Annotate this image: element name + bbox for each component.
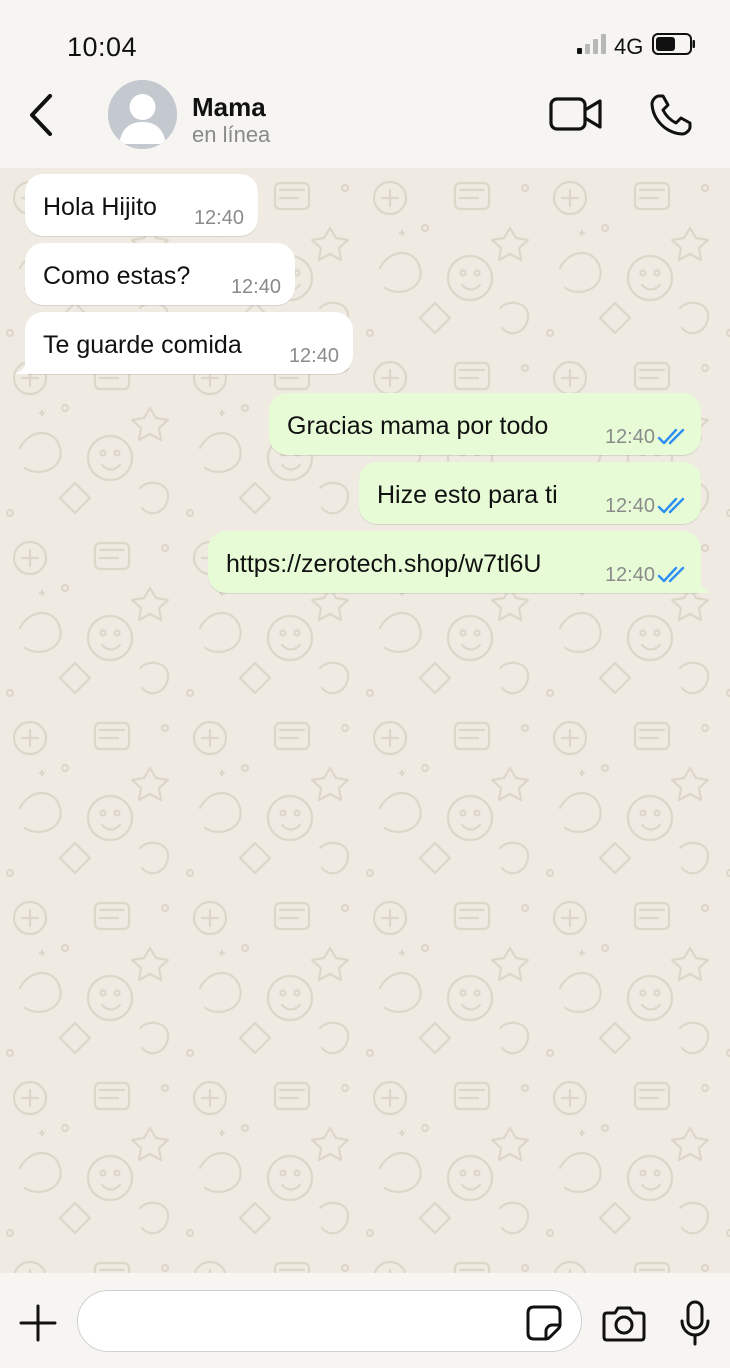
avatar[interactable] xyxy=(108,80,177,149)
message-text: Te guarde comida xyxy=(43,331,242,359)
status-bar: 10:04 4G xyxy=(0,0,730,80)
sticker-icon[interactable] xyxy=(524,1303,564,1343)
message-bubble-incoming[interactable]: Te guarde comida 12:40 xyxy=(15,312,353,374)
message-bubble-incoming[interactable]: Hola Hijito 12:40 xyxy=(25,174,258,236)
battery-icon xyxy=(652,33,695,55)
chat-area[interactable]: Hola Hijito 12:40 Como estas? 12:40 Te g… xyxy=(0,168,730,1273)
default-avatar-icon xyxy=(108,80,177,149)
double-check-read-icon xyxy=(657,428,685,445)
message-time: 12:40 xyxy=(193,207,244,229)
message-time: 12:40 xyxy=(230,276,281,298)
bubble-tail xyxy=(691,577,711,593)
message-bubble-outgoing[interactable]: Hize esto para ti 12:40 xyxy=(359,462,701,524)
phone-icon[interactable] xyxy=(648,92,694,138)
plus-icon[interactable] xyxy=(18,1303,58,1343)
status-time: 10:04 xyxy=(67,32,138,62)
message-input[interactable] xyxy=(77,1290,582,1352)
message-text: Hola Hijito xyxy=(43,193,157,221)
camera-icon[interactable] xyxy=(601,1303,647,1343)
message-time: 12:40 xyxy=(288,345,339,367)
contact-name[interactable]: Mama xyxy=(192,92,266,123)
message-time: 12:40 xyxy=(604,495,655,517)
back-chevron-icon[interactable] xyxy=(24,92,60,138)
microphone-icon[interactable] xyxy=(678,1299,712,1347)
message-bubble-outgoing[interactable]: https://zerotech.shop/w7tl6U 12:40 xyxy=(208,531,711,593)
chat-screen: 10:04 4G Mama en línea Hola Hijito 12:40… xyxy=(0,0,730,1368)
message-time: 12:40 xyxy=(604,426,655,448)
double-check-read-icon xyxy=(657,566,685,583)
message-input-bar xyxy=(0,1273,730,1368)
network-type: 4G xyxy=(614,34,644,59)
message-bubble-outgoing[interactable]: Gracias mama por todo 12:40 xyxy=(269,393,701,455)
message-bubble-incoming[interactable]: Como estas? 12:40 xyxy=(25,243,295,305)
chat-header: Mama en línea xyxy=(0,80,730,168)
signal-bars-icon xyxy=(577,34,606,54)
message-text: Hize esto para ti xyxy=(377,481,558,509)
video-camera-icon[interactable] xyxy=(548,94,604,134)
message-text: Como estas? xyxy=(43,262,191,290)
message-time: 12:40 xyxy=(604,564,655,586)
message-text: Gracias mama por todo xyxy=(287,412,549,440)
message-link[interactable]: https://zerotech.shop/w7tl6U xyxy=(226,550,541,579)
contact-status: en línea xyxy=(192,122,271,147)
bubble-tail xyxy=(15,358,35,374)
double-check-read-icon xyxy=(657,497,685,514)
